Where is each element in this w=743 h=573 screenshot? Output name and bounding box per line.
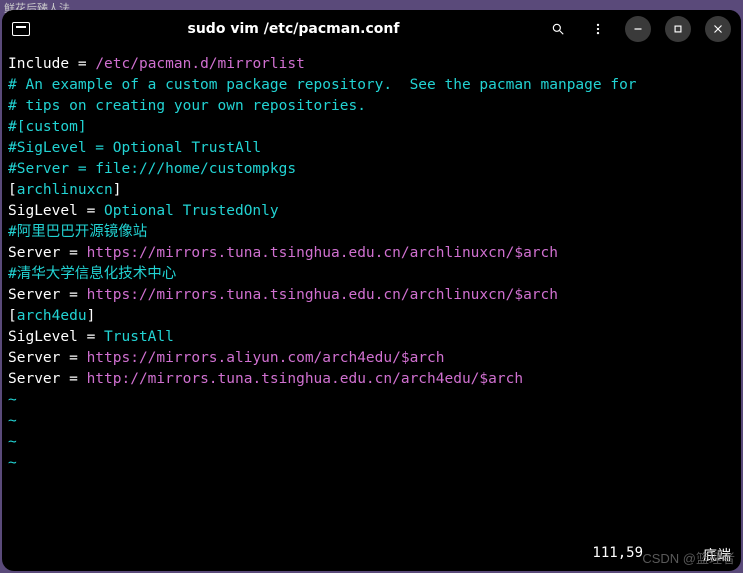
vim-tilde: ~	[8, 432, 735, 453]
minimize-icon	[631, 22, 645, 36]
close-button[interactable]	[705, 16, 731, 42]
editor-line: # tips on creating your own repositories…	[8, 96, 735, 117]
kebab-menu-icon	[591, 22, 605, 36]
window-title: sudo vim /etc/pacman.conf	[42, 21, 545, 37]
vim-tilde: ~	[8, 390, 735, 411]
editor-line: [archlinuxcn]	[8, 180, 735, 201]
search-icon	[551, 22, 565, 36]
editor-line: Server = https://mirrors.aliyun.com/arch…	[8, 348, 735, 369]
search-button[interactable]	[545, 16, 571, 42]
editor-line: Server = https://mirrors.tuna.tsinghua.e…	[8, 285, 735, 306]
minimize-button[interactable]	[625, 16, 651, 42]
maximize-button[interactable]	[665, 16, 691, 42]
titlebar-left	[12, 22, 42, 36]
editor-line: #清华大学信息化技术中心	[8, 264, 735, 285]
editor-line: SigLevel = Optional TrustedOnly	[8, 201, 735, 222]
editor-content[interactable]: Include = /etc/pacman.d/mirrorlist# An e…	[2, 48, 741, 545]
titlebar: sudo vim /etc/pacman.conf	[2, 10, 741, 48]
editor-line: #SigLevel = Optional TrustAll	[8, 138, 735, 159]
editor-line: SigLevel = TrustAll	[8, 327, 735, 348]
terminal-window: sudo vim /etc/pacman.conf Include = /etc…	[2, 10, 741, 571]
cursor-position: 111,59	[592, 545, 643, 565]
editor-line: #阿里巴巴开源镜像站	[8, 222, 735, 243]
terminal-app-icon	[12, 22, 30, 36]
editor-line: Server = https://mirrors.tuna.tsinghua.e…	[8, 243, 735, 264]
editor-line: #Server = file:///home/custompkgs	[8, 159, 735, 180]
watermark: CSDN @篮理者	[642, 548, 735, 567]
editor-line: Server = http://mirrors.tuna.tsinghua.ed…	[8, 369, 735, 390]
vim-tilde: ~	[8, 411, 735, 432]
vim-status-line: 111,59 底端	[2, 545, 741, 571]
menu-button[interactable]	[585, 16, 611, 42]
editor-line: [arch4edu]	[8, 306, 735, 327]
editor-line: # An example of a custom package reposit…	[8, 75, 735, 96]
editor-line: #[custom]	[8, 117, 735, 138]
titlebar-right	[545, 16, 731, 42]
vim-tilde: ~	[8, 453, 735, 474]
close-icon	[711, 22, 725, 36]
editor-line: Include = /etc/pacman.d/mirrorlist	[8, 54, 735, 75]
maximize-icon	[671, 22, 685, 36]
